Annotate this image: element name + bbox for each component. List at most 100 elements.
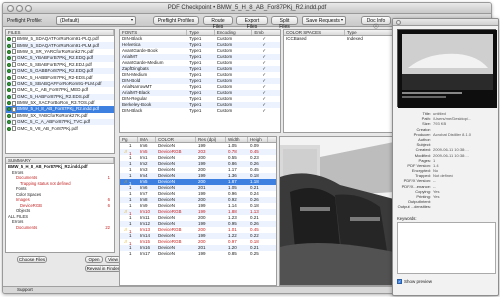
save-requests-select[interactable]: Save Requests ▾ xyxy=(302,16,346,25)
file-name: GMC_5_GABBFor87PKj_R2.EDQ.pdf xyxy=(17,68,94,74)
summary-line[interactable]: Documents 22 xyxy=(6,225,114,231)
font-name: DIN-Black xyxy=(122,108,143,113)
show-preview-checkbox[interactable]: ✓ xyxy=(397,279,402,284)
image-page-number: 1 xyxy=(129,191,132,196)
pdf-file-icon xyxy=(12,36,16,42)
pdf-file-icon xyxy=(12,68,16,74)
status-ok-icon xyxy=(7,49,11,54)
fonts-col-name: FONTS xyxy=(120,30,188,35)
file-name: BMW_5X_YABCforRoRonk27K.pdf xyxy=(17,112,88,118)
files-header-label: FILES xyxy=(6,30,114,35)
file-row[interactable]: BMW_5_SDAQATForRoRom91-PLM.pdf xyxy=(6,42,114,49)
profile-select[interactable]: (Default) ▾ xyxy=(56,16,136,25)
file-name: BMW_5_SDAQATForRoRom91-PLQ.pdf xyxy=(17,36,99,42)
doc-info-row: Output ...densities: xyxy=(393,204,498,210)
pdf-file-icon xyxy=(12,106,16,112)
image-page-number: 1 xyxy=(129,251,132,256)
open-button[interactable]: Open xyxy=(85,256,103,263)
doc-info-list: Title: untitled Path:/Users/me/Desktop/...… xyxy=(393,111,498,210)
status-ok-icon xyxy=(7,101,11,106)
image-list: 1Im6DeviceN1991.050.09⚠1Im5DeviceRGB2030… xyxy=(120,143,276,257)
file-row[interactable]: GMC_5_V8_AB_For87PKj.pdf xyxy=(6,125,114,132)
choose-files-button[interactable]: Choose Files xyxy=(17,256,47,263)
status-ok-icon xyxy=(7,94,11,99)
title-bar: PDF Checkpoint • BMW_5_H_8_AB_For87PKj_R… xyxy=(3,3,491,14)
file-row[interactable]: GMC_5_SBABQAFForRoRom91-PLM.pdf xyxy=(6,80,114,88)
image-col-header[interactable]: IMA xyxy=(138,137,156,142)
page-thumbnail xyxy=(397,29,497,108)
image-col-header[interactable]: Heigh xyxy=(248,137,268,142)
preflight-profiles-button[interactable]: Preflight Profiles xyxy=(153,16,199,25)
summary-header-label: SUMMARY xyxy=(6,158,114,163)
file-name: BMW_5_H_8_AB_For87PKj_R2.indd.pdf xyxy=(17,106,100,112)
image-color: DeviceN xyxy=(158,251,176,256)
window-title: PDF Checkpoint • BMW_5_H_8_AB_For87PKj_R… xyxy=(167,5,327,11)
file-name: BMW_5X_XACForBoRon_R3.TOS.pdf xyxy=(17,100,95,106)
doc-info-value: 793 KB xyxy=(433,121,447,127)
chevron-down-icon: ▾ xyxy=(340,17,343,22)
image-height: 0.25 xyxy=(250,251,259,256)
file-list: BMW_5_SDAQATForRoRom91-PLQ.pdf BMW_5_SDAQ… xyxy=(6,36,114,132)
export-files-button[interactable]: Export Files xyxy=(236,16,268,30)
reveal-in-finder-button[interactable]: Reveal in Finder xyxy=(85,265,121,272)
status-ok-icon xyxy=(7,62,11,67)
colorspace-row[interactable]: ICCBased Indexed xyxy=(284,36,392,42)
image-preview xyxy=(279,136,393,286)
image-page-number: 1 xyxy=(129,155,132,160)
file-name: GMC_5_C_AB_For87PKj_MED.pdf xyxy=(17,87,89,93)
keywords-label: Keywords: xyxy=(397,216,417,221)
route-files-button[interactable]: Route Files xyxy=(203,16,233,30)
file-name: BMW_5_SDAQATForRoRom91-PLM.pdf xyxy=(17,42,99,48)
pdf-file-icon xyxy=(12,55,16,61)
save-requests-label: Save Requests xyxy=(306,18,340,24)
image-page-number: 1 xyxy=(129,143,132,148)
close-panel-button[interactable] xyxy=(396,20,401,25)
colorspaces-col-type: Type xyxy=(346,30,357,35)
image-col-header[interactable]: Res (dpi) xyxy=(196,137,226,142)
file-row[interactable]: BMW_5_H_8_AB_For87PKj_R2.indd.pdf xyxy=(6,106,114,113)
fonts-col-encoding: Encoding xyxy=(215,30,253,35)
pdf-file-icon xyxy=(12,119,16,125)
image-col-header[interactable]: Pg xyxy=(120,137,138,142)
file-name: GMC_5_HABFor87PKj_R2.EDS.pdf xyxy=(17,93,90,99)
image-col-header[interactable]: COLOR xyxy=(156,137,196,142)
file-row[interactable]: BMW_5_SDAQATForRoRom91-PLQ.pdf xyxy=(6,36,114,42)
file-name: GMC_5_SBABQAFForRoRom91-PLM.pdf xyxy=(17,80,102,86)
font-row[interactable]: DIN-Black Type1 Custom ✓ xyxy=(120,108,280,114)
summary-line-count: 1 xyxy=(107,175,110,180)
colorspace-name: ICCBased xyxy=(286,36,307,41)
summary-line-text: Trapping status not defined xyxy=(20,180,71,186)
doc-info-button[interactable]: Doc Info ⓘ xyxy=(361,16,391,30)
status-ok-icon xyxy=(7,37,11,42)
image-page-number: 1 xyxy=(129,203,132,208)
image-width: 0.85 xyxy=(228,251,237,256)
font-encoding: Custom xyxy=(216,108,233,113)
image-page-number: 1 xyxy=(129,197,132,202)
fonts-pane: FONTS Type Encoding Emb DIN-Black Type1 Cu… xyxy=(119,29,281,133)
doc-info-value: Acrobat Distiller 8.1.0 xyxy=(433,131,472,137)
image-row[interactable]: 1 Im17 DeviceN 199 0.85 0.25 xyxy=(120,251,276,257)
keywords-field[interactable] xyxy=(397,222,496,274)
fonts-col-emb: Emb xyxy=(254,30,264,35)
image-page-number: 1 xyxy=(129,245,132,250)
doc-info-titlebar xyxy=(393,19,498,26)
image-res: 199 xyxy=(198,251,206,256)
image-col-header[interactable]: Width xyxy=(226,137,248,142)
doc-info-key: Output ...densities: xyxy=(397,204,431,210)
pdf-file-icon xyxy=(12,49,16,55)
doc-info-value: 2009-06-11 10:38:... xyxy=(433,152,469,158)
car-page-thumbnail xyxy=(398,30,497,108)
status-ok-icon xyxy=(7,75,11,80)
support-link[interactable]: Support xyxy=(17,287,33,292)
pdf-file-icon xyxy=(12,94,16,100)
status-ok-icon xyxy=(7,43,11,48)
colorspaces-col-name: COLOR SPACES xyxy=(284,30,345,35)
pdf-file-icon xyxy=(12,75,16,81)
split-files-button[interactable]: Split Files xyxy=(271,16,298,30)
pdf-file-icon xyxy=(12,43,16,49)
status-ok-icon xyxy=(7,107,11,112)
images-pane: Pg IMA COLOR Res (dpi) Width Heigh 1 Im6 Device… xyxy=(119,136,277,286)
colorspace-list: ICCBased Indexed xyxy=(284,36,392,42)
status-ok-icon xyxy=(7,126,11,131)
file-name: BMW_5_SR_YARCforRoRonk27K.pdf xyxy=(17,48,94,54)
